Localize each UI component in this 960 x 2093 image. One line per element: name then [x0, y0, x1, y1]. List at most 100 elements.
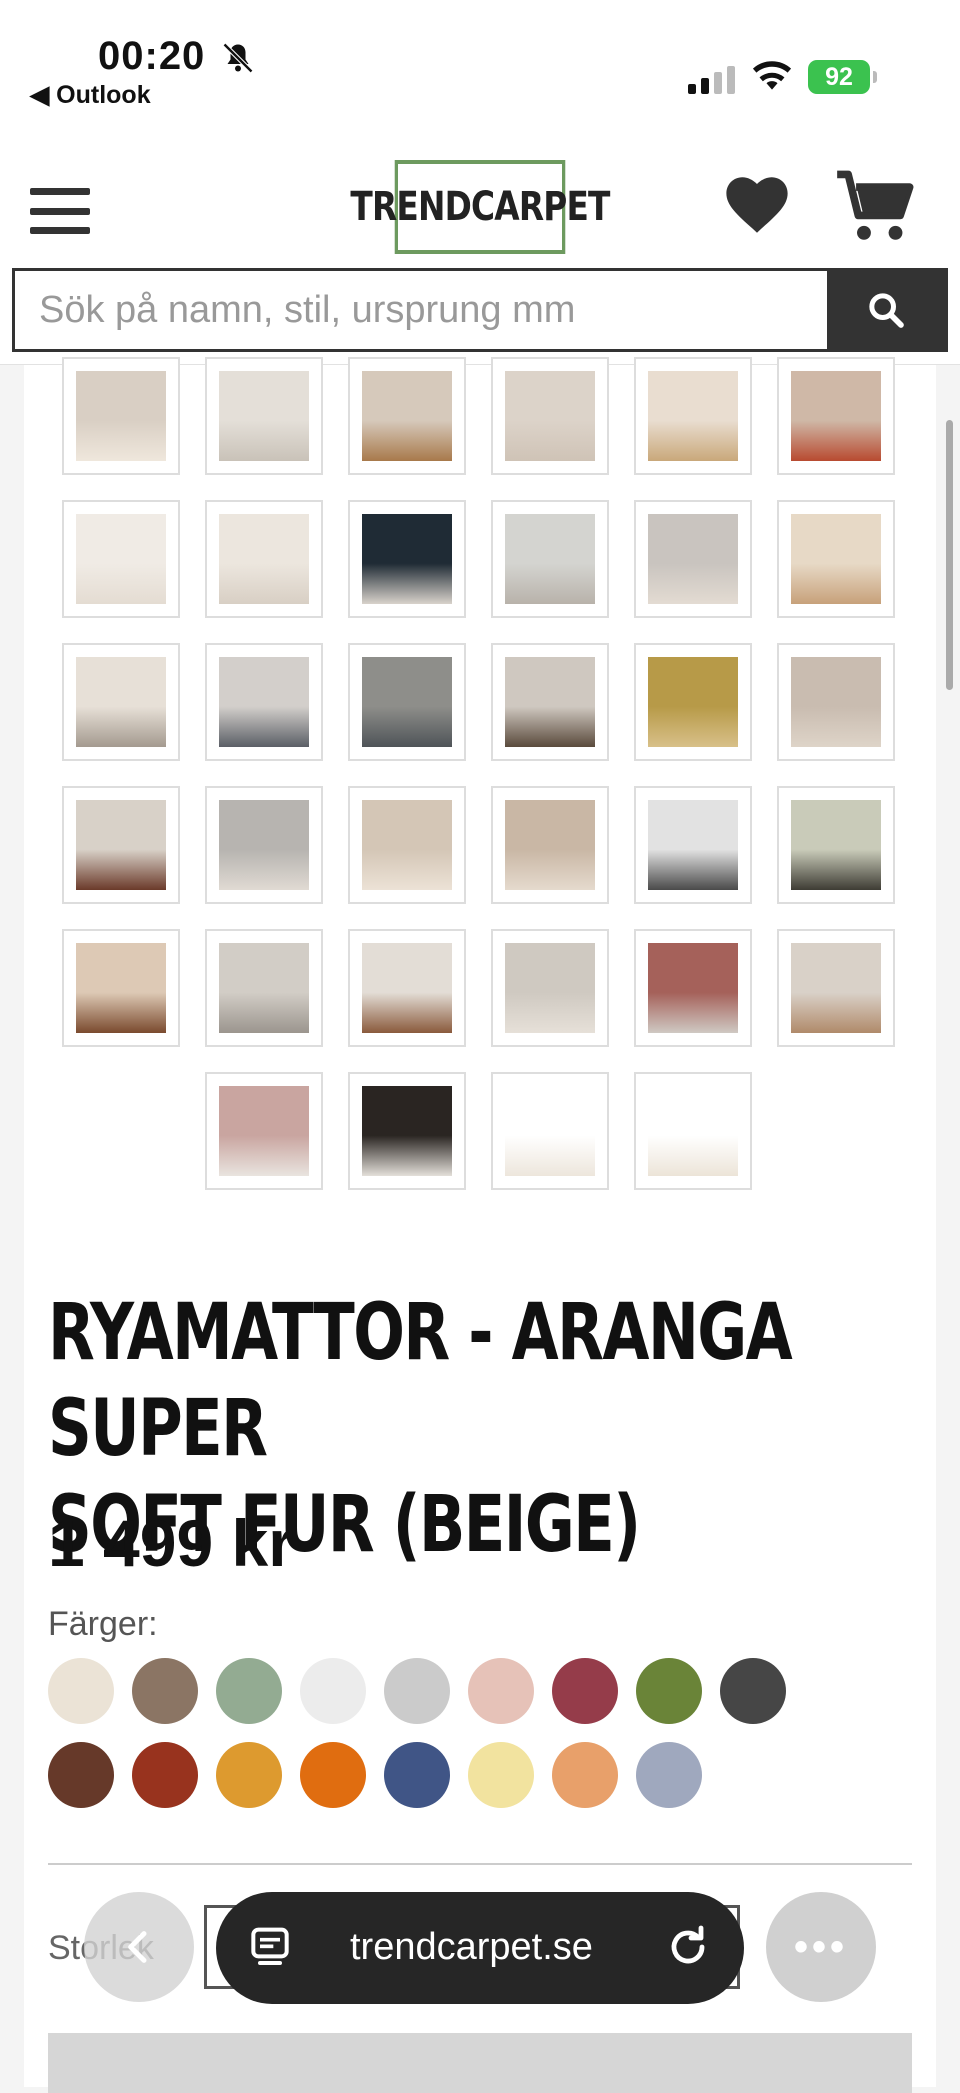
gallery-thumbnail[interactable]: [62, 929, 180, 1047]
shopping-cart-icon[interactable]: [834, 166, 916, 246]
cellular-signal-icon: [688, 64, 735, 94]
color-swatch[interactable]: [300, 1742, 366, 1808]
thumbnail-image: [76, 371, 166, 461]
clock: 00:20: [98, 34, 206, 78]
color-swatch[interactable]: [216, 1742, 282, 1808]
color-swatch[interactable]: [48, 1658, 114, 1724]
color-swatch[interactable]: [384, 1742, 450, 1808]
thumbnail-image: [648, 514, 738, 604]
color-swatch[interactable]: [636, 1658, 702, 1724]
battery-icon: 92: [808, 60, 877, 94]
gallery-thumbnail[interactable]: [634, 786, 752, 904]
color-swatch[interactable]: [552, 1658, 618, 1724]
battery-level: 92: [825, 62, 853, 91]
gallery-thumbnail[interactable]: [62, 643, 180, 761]
gallery-thumbnail[interactable]: [491, 500, 609, 618]
gallery-thumbnail[interactable]: [205, 500, 323, 618]
back-to-app-link[interactable]: ◀ Outlook: [30, 80, 151, 110]
thumbnail-image: [505, 800, 595, 890]
gallery-thumbnail[interactable]: [205, 357, 323, 475]
url-text: trendcarpet.se: [350, 1926, 593, 1968]
bell-muted-icon: [222, 42, 254, 74]
gallery-thumbnail[interactable]: [348, 1072, 466, 1190]
search-input[interactable]: [15, 271, 827, 349]
gallery-thumbnail[interactable]: [634, 643, 752, 761]
gallery-thumbnail[interactable]: [634, 357, 752, 475]
thumbnail-image: [791, 943, 881, 1033]
thumbnail-image: [648, 657, 738, 747]
gallery-thumbnail[interactable]: [205, 929, 323, 1047]
gallery-thumbnail[interactable]: [777, 786, 895, 904]
thumbnail-image: [505, 943, 595, 1033]
reload-icon[interactable]: [664, 1922, 712, 1972]
thumbnail-image: [648, 800, 738, 890]
thumbnail-image: [648, 943, 738, 1033]
color-swatch[interactable]: [216, 1658, 282, 1724]
color-swatch[interactable]: [300, 1658, 366, 1724]
thumbnail-image: [76, 514, 166, 604]
color-swatch[interactable]: [384, 1658, 450, 1724]
more-options-button[interactable]: •••: [766, 1892, 876, 2002]
gallery-thumbnail[interactable]: [62, 500, 180, 618]
gallery-thumbnail[interactable]: [205, 643, 323, 761]
gallery-thumbnail[interactable]: [62, 786, 180, 904]
thumbnail-image: [76, 800, 166, 890]
gallery-thumbnail[interactable]: [634, 500, 752, 618]
gallery-thumbnail[interactable]: [777, 643, 895, 761]
color-swatch[interactable]: [468, 1658, 534, 1724]
wifi-icon: [752, 61, 792, 90]
search-button[interactable]: [827, 271, 945, 349]
ellipsis-icon: •••: [793, 1924, 848, 1969]
thumbnail-image: [362, 800, 452, 890]
gallery-thumbnail[interactable]: [348, 929, 466, 1047]
hamburger-menu-icon[interactable]: [30, 188, 90, 234]
gallery-thumbnail[interactable]: [205, 1072, 323, 1190]
color-swatch[interactable]: [468, 1742, 534, 1808]
thumbnail-image: [219, 657, 309, 747]
tabs-icon[interactable]: [250, 1926, 290, 1970]
gallery-thumbnail[interactable]: [205, 786, 323, 904]
color-swatch[interactable]: [48, 1742, 114, 1808]
product-title-line-1: RYAMATTOR - ARANGA SUPER: [48, 1288, 793, 1474]
color-swatch[interactable]: [720, 1658, 786, 1724]
color-swatch[interactable]: [636, 1742, 702, 1808]
gallery-thumbnail[interactable]: [491, 929, 609, 1047]
gallery-thumbnail[interactable]: [348, 357, 466, 475]
scrollbar[interactable]: [946, 420, 953, 690]
heart-icon[interactable]: [722, 170, 792, 240]
thumbnail-image: [505, 1086, 595, 1176]
search-icon: [869, 293, 904, 328]
color-swatch[interactable]: [132, 1742, 198, 1808]
divider: [48, 1863, 912, 1865]
thumbnail-image: [791, 800, 881, 890]
search-bar: [12, 268, 948, 352]
trendcarpet-logo[interactable]: TRENDCARPET: [350, 160, 610, 254]
color-swatch[interactable]: [132, 1658, 198, 1724]
chevron-left-icon: [128, 1931, 147, 1963]
browser-back-button[interactable]: [84, 1892, 194, 2002]
gallery-thumbnail[interactable]: [777, 929, 895, 1047]
gallery-thumbnail[interactable]: [491, 1072, 609, 1190]
gallery-thumbnail[interactable]: [348, 786, 466, 904]
site-header: TRENDCARPET: [0, 130, 960, 365]
gallery-thumbnail[interactable]: [491, 643, 609, 761]
gallery-thumbnail[interactable]: [491, 357, 609, 475]
color-swatch[interactable]: [552, 1742, 618, 1808]
gallery-thumbnail[interactable]: [634, 1072, 752, 1190]
gallery-thumbnail[interactable]: [777, 357, 895, 475]
thumbnail-image: [648, 1086, 738, 1176]
gallery-thumbnail[interactable]: [634, 929, 752, 1047]
thumbnail-image: [362, 943, 452, 1033]
thumbnail-image: [76, 657, 166, 747]
thumbnail-image: [76, 943, 166, 1033]
gallery-thumbnail[interactable]: [62, 357, 180, 475]
product-page: RYAMATTOR - ARANGA SUPER SOFT FUR (BEIGE…: [24, 357, 936, 2093]
add-to-cart-button[interactable]: [48, 2033, 912, 2093]
address-bar[interactable]: trendcarpet.se: [216, 1892, 744, 2004]
gallery-thumbnail[interactable]: [348, 500, 466, 618]
thumbnail-image: [791, 657, 881, 747]
product-price: 1 499 kr: [48, 1506, 294, 1580]
gallery-thumbnail[interactable]: [491, 786, 609, 904]
gallery-thumbnail[interactable]: [348, 643, 466, 761]
gallery-thumbnail[interactable]: [777, 500, 895, 618]
